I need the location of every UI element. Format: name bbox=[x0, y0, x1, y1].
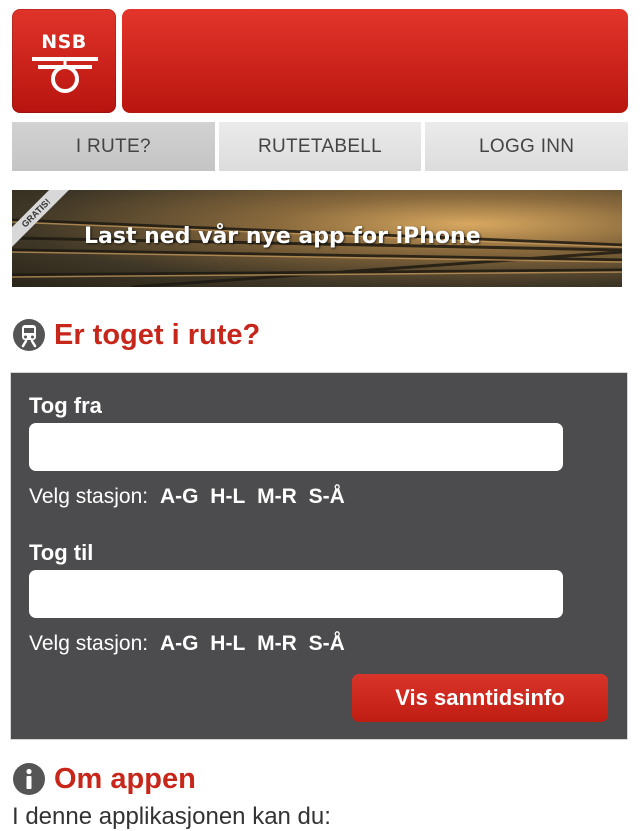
to-range-m-r[interactable]: M-R bbox=[257, 632, 297, 655]
about-intro-text: I denne applikasjonen kan du: bbox=[12, 803, 331, 830]
tab-logg-inn[interactable]: LOGG INN bbox=[425, 122, 629, 171]
info-icon bbox=[13, 763, 45, 795]
show-realtime-info-button[interactable]: Vis sanntidsinfo bbox=[352, 674, 608, 722]
iphone-app-banner[interactable]: GRATIS! Last ned vår nye app for iPhone bbox=[12, 190, 622, 287]
logo-text: NSB bbox=[41, 31, 87, 53]
main-tabs: I RUTE? RUTETABELL LOGG INN bbox=[12, 122, 629, 171]
route-section-title: Er toget i rute? bbox=[54, 318, 261, 351]
from-range-h-l[interactable]: H-L bbox=[210, 485, 245, 508]
route-search-panel: Tog fra Velg stasjon: A-G H-L M-R S-Å To… bbox=[11, 373, 627, 739]
from-label: Tog fra bbox=[29, 393, 102, 418]
to-station-input[interactable] bbox=[29, 570, 563, 618]
to-station-prompt: Velg stasjon: bbox=[29, 632, 149, 655]
banner-text: Last ned vår nye app for iPhone bbox=[84, 224, 481, 249]
train-icon bbox=[13, 319, 45, 351]
to-range-h-l[interactable]: H-L bbox=[210, 632, 245, 655]
from-range-s-aa[interactable]: S-Å bbox=[309, 485, 345, 508]
from-range-m-r[interactable]: M-R bbox=[257, 485, 297, 508]
from-station-input[interactable] bbox=[29, 423, 563, 471]
about-section-title: Om appen bbox=[54, 762, 196, 795]
tab-rutetabell[interactable]: RUTETABELL bbox=[218, 122, 422, 171]
from-station-prompt: Velg stasjon: bbox=[29, 485, 149, 508]
tab-i-rute[interactable]: I RUTE? bbox=[12, 122, 215, 171]
nsb-logo-icon bbox=[32, 57, 98, 93]
to-range-a-g[interactable]: A-G bbox=[160, 632, 199, 655]
from-range-a-g[interactable]: A-G bbox=[160, 485, 199, 508]
header-bar bbox=[122, 9, 628, 113]
header: NSB bbox=[12, 9, 628, 113]
to-range-s-aa[interactable]: S-Å bbox=[309, 632, 345, 655]
from-station-picker: Velg stasjon: A-G H-L M-R S-Å bbox=[29, 485, 345, 509]
to-label: Tog til bbox=[29, 540, 94, 565]
route-section-heading: Er toget i rute? bbox=[12, 318, 260, 352]
nsb-logo[interactable]: NSB bbox=[12, 9, 116, 113]
to-station-picker: Velg stasjon: A-G H-L M-R S-Å bbox=[29, 632, 345, 656]
about-section-heading: Om appen bbox=[12, 762, 196, 796]
